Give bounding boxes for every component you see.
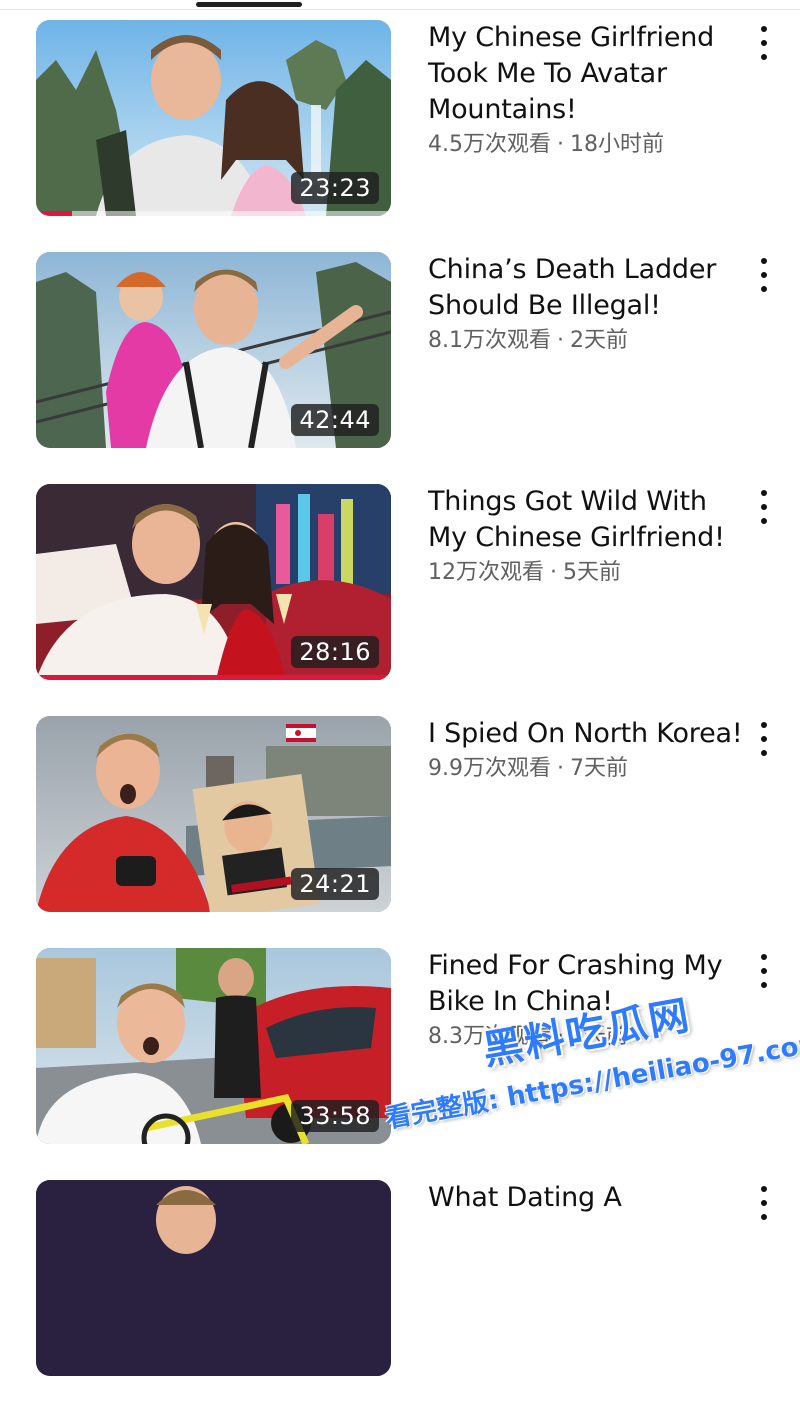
- view-count: 8.3万次观看: [428, 1024, 551, 1049]
- video-item[interactable]: 33:58 Fined For Crashing My Bike In Chin…: [0, 948, 800, 1180]
- video-meta: 8.1万次观看 · 2天前: [428, 326, 743, 356]
- video-item[interactable]: 24:21 I Spied On North Korea! 9.9万次观看 · 7天…: [0, 716, 800, 948]
- video-thumbnail[interactable]: 23:23: [36, 20, 391, 216]
- video-thumbnail[interactable]: 28:16: [36, 484, 391, 680]
- upload-age: 2天前: [570, 328, 628, 353]
- video-meta: 4.5万次观看 · 18小时前: [428, 130, 743, 160]
- video-thumbnail[interactable]: 24:21: [36, 716, 391, 912]
- watch-progress-track: [36, 211, 391, 216]
- video-title[interactable]: China’s Death Ladder Should Be Illegal!: [428, 252, 743, 324]
- video-thumbnail[interactable]: 33:58: [36, 948, 391, 1144]
- video-title[interactable]: Fined For Crashing My Bike In China!: [428, 948, 743, 1020]
- video-meta: 12万次观看 · 5天前: [428, 558, 743, 588]
- view-count: 8.1万次观看: [428, 328, 551, 353]
- thumbnail-image: [36, 1180, 391, 1376]
- upload-age: 18小时前: [570, 132, 664, 157]
- video-info[interactable]: Things Got Wild With My Chinese Girlfrie…: [428, 484, 743, 588]
- video-thumbnail[interactable]: 42:44: [36, 252, 391, 448]
- view-count: 12万次观看: [428, 560, 544, 585]
- video-info[interactable]: What Dating A: [428, 1180, 743, 1216]
- meta-separator: ·: [557, 1024, 564, 1049]
- more-vert-icon[interactable]: [752, 1186, 776, 1220]
- upload-age: 8天前: [570, 1024, 628, 1049]
- drag-handle[interactable]: [196, 2, 302, 7]
- video-duration: 24:21: [291, 868, 379, 900]
- video-duration: 33:58: [291, 1100, 379, 1132]
- watch-progress-bar: [36, 211, 72, 216]
- video-info[interactable]: China’s Death Ladder Should Be Illegal! …: [428, 252, 743, 356]
- video-info[interactable]: My Chinese Girlfriend Took Me To Avatar …: [428, 20, 743, 160]
- more-vert-icon[interactable]: [752, 26, 776, 60]
- video-item[interactable]: 28:16 Things Got Wild With My Chinese Gi…: [0, 484, 800, 716]
- video-info[interactable]: Fined For Crashing My Bike In China! 8.3…: [428, 948, 743, 1052]
- video-meta: 8.3万次观看 · 8天前: [428, 1022, 743, 1052]
- video-duration: 42:44: [291, 404, 379, 436]
- video-item[interactable]: 42:44 China’s Death Ladder Should Be Ill…: [0, 252, 800, 484]
- video-title[interactable]: My Chinese Girlfriend Took Me To Avatar …: [428, 20, 743, 128]
- video-info[interactable]: I Spied On North Korea! 9.9万次观看 · 7天前: [428, 716, 743, 784]
- video-meta: 9.9万次观看 · 7天前: [428, 754, 743, 784]
- more-vert-icon[interactable]: [752, 722, 776, 756]
- meta-separator: ·: [550, 560, 557, 585]
- video-duration: 23:23: [291, 172, 379, 204]
- meta-separator: ·: [557, 132, 564, 157]
- upload-age: 7天前: [570, 756, 628, 781]
- video-title[interactable]: I Spied On North Korea!: [428, 716, 743, 752]
- view-count: 9.9万次观看: [428, 756, 551, 781]
- video-thumbnail[interactable]: [36, 1180, 391, 1376]
- video-title[interactable]: Things Got Wild With My Chinese Girlfrie…: [428, 484, 743, 556]
- meta-separator: ·: [557, 756, 564, 781]
- more-vert-icon[interactable]: [752, 954, 776, 988]
- more-vert-icon[interactable]: [752, 490, 776, 524]
- watch-progress-bar: [36, 675, 391, 680]
- more-vert-icon[interactable]: [752, 258, 776, 292]
- view-count: 4.5万次观看: [428, 132, 551, 157]
- divider: [0, 9, 800, 10]
- video-title[interactable]: What Dating A: [428, 1180, 743, 1216]
- video-list: 23:23 My Chinese Girlfriend Took Me To A…: [0, 20, 800, 1412]
- video-duration: 28:16: [291, 636, 379, 668]
- video-item[interactable]: What Dating A: [0, 1180, 800, 1412]
- video-item[interactable]: 23:23 My Chinese Girlfriend Took Me To A…: [0, 20, 800, 252]
- upload-age: 5天前: [563, 560, 621, 585]
- meta-separator: ·: [557, 328, 564, 353]
